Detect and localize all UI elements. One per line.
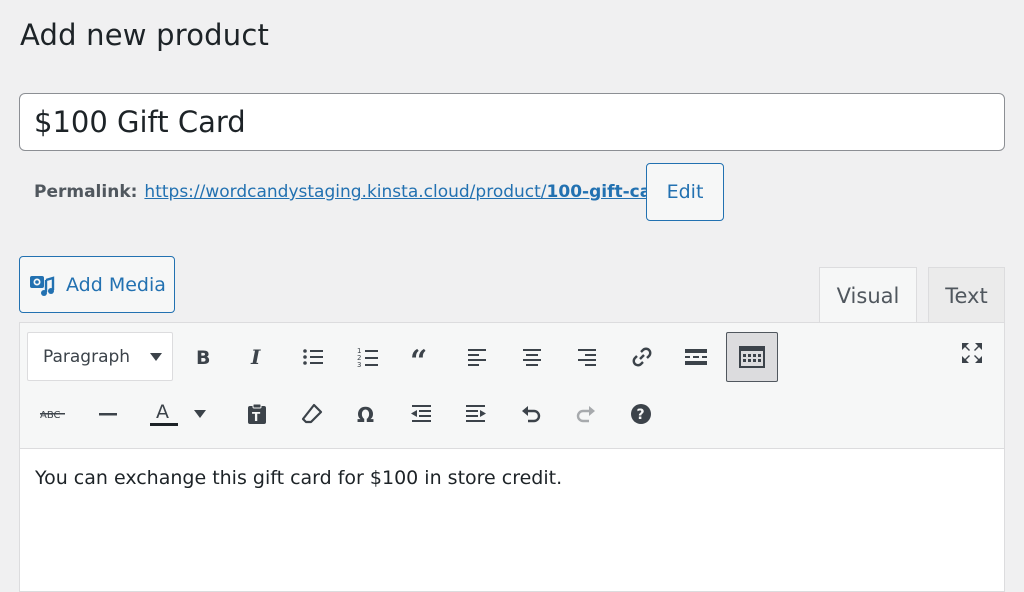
fullscreen-icon	[962, 343, 982, 363]
clear-formatting-button[interactable]	[292, 394, 332, 434]
bold-icon: B	[196, 347, 210, 367]
toolbar-toggle-icon	[739, 346, 765, 368]
tab-text[interactable]: Text	[928, 267, 1005, 324]
redo-button[interactable]	[566, 394, 606, 434]
outdent-icon	[411, 405, 431, 422]
permalink-link[interactable]: https://wordcandystaging.kinsta.cloud/pr…	[144, 182, 677, 202]
text-color-icon: A	[150, 401, 178, 426]
read-more-icon	[685, 349, 707, 365]
fullscreen-button[interactable]	[952, 333, 992, 373]
chevron-down-icon	[150, 353, 162, 361]
product-title-input[interactable]	[19, 93, 1005, 151]
italic-button[interactable]: I	[237, 337, 277, 377]
format-select[interactable]: Paragraph	[27, 332, 173, 381]
help-button[interactable]: ?	[621, 394, 661, 434]
text-color-dropdown[interactable]	[188, 394, 212, 434]
svg-text:“: “	[410, 347, 427, 367]
align-center-button[interactable]	[512, 337, 552, 377]
strikethrough-button[interactable]: ABC	[33, 394, 73, 434]
indent-icon	[466, 405, 486, 422]
paste-text-icon: T	[248, 403, 266, 424]
bullet-list-button[interactable]	[293, 337, 333, 377]
editor-content[interactable]: You can exchange this gift card for $100…	[20, 449, 1004, 507]
tab-visual[interactable]: Visual	[819, 267, 917, 324]
insert-link-button[interactable]	[622, 337, 662, 377]
numbered-list-icon: 1 2 3	[357, 347, 378, 368]
svg-text:I: I	[250, 347, 261, 367]
bold-button[interactable]: B	[183, 337, 223, 377]
blockquote-button[interactable]: “	[402, 337, 442, 377]
redo-icon	[576, 406, 595, 423]
editor-paragraph: You can exchange this gift card for $100…	[35, 467, 563, 489]
editor: Paragraph B I 1 2 3 “ ABC A T Ω ? You ca…	[19, 322, 1005, 592]
align-right-icon	[578, 349, 596, 366]
svg-text:3: 3	[357, 361, 361, 368]
horizontal-line-icon	[99, 413, 117, 416]
blockquote-icon: “	[410, 347, 427, 367]
svg-text:Ω: Ω	[357, 403, 374, 425]
add-media-icon	[30, 275, 55, 296]
permalink-label: Permalink:	[34, 182, 138, 202]
align-right-button[interactable]	[567, 337, 607, 377]
link-icon	[632, 347, 652, 367]
svg-text:T: T	[252, 410, 261, 424]
outdent-button[interactable]	[401, 394, 441, 434]
strikethrough-icon: ABC	[40, 410, 65, 421]
clear-formatting-icon	[301, 403, 323, 424]
svg-text:ABC: ABC	[40, 410, 61, 421]
format-select-value: Paragraph	[43, 346, 131, 367]
italic-icon: I	[250, 347, 261, 367]
add-media-button[interactable]: Add Media	[19, 256, 175, 313]
indent-button[interactable]	[456, 394, 496, 434]
svg-text:A: A	[156, 401, 169, 423]
editor-toolbar: Paragraph B I 1 2 3 “ ABC A T Ω ?	[20, 323, 1004, 449]
chevron-down-icon	[194, 410, 206, 418]
undo-icon	[522, 406, 541, 423]
special-character-button[interactable]: Ω	[346, 394, 386, 434]
numbered-list-button[interactable]: 1 2 3	[348, 337, 388, 377]
text-color-button[interactable]: A	[144, 394, 184, 434]
svg-text:?: ?	[637, 407, 645, 423]
paste-text-button[interactable]: T	[237, 394, 277, 434]
page-title: Add new product	[20, 18, 270, 52]
horizontal-line-button[interactable]	[88, 394, 128, 434]
svg-text:B: B	[196, 347, 210, 367]
help-icon: ?	[631, 404, 651, 424]
align-left-icon	[468, 349, 486, 366]
permalink-row: Permalink: https://wordcandystaging.kins…	[34, 164, 677, 220]
toolbar-toggle-button[interactable]	[726, 332, 778, 382]
undo-button[interactable]	[511, 394, 551, 434]
read-more-button[interactable]	[676, 337, 716, 377]
special-character-icon: Ω	[357, 403, 374, 425]
align-left-button[interactable]	[457, 337, 497, 377]
align-center-icon	[523, 349, 541, 366]
add-media-label: Add Media	[66, 273, 166, 296]
bullet-list-icon	[303, 349, 323, 365]
permalink-url-base: https://wordcandystaging.kinsta.cloud/pr…	[144, 182, 547, 202]
permalink-edit-button[interactable]: Edit	[646, 163, 724, 221]
